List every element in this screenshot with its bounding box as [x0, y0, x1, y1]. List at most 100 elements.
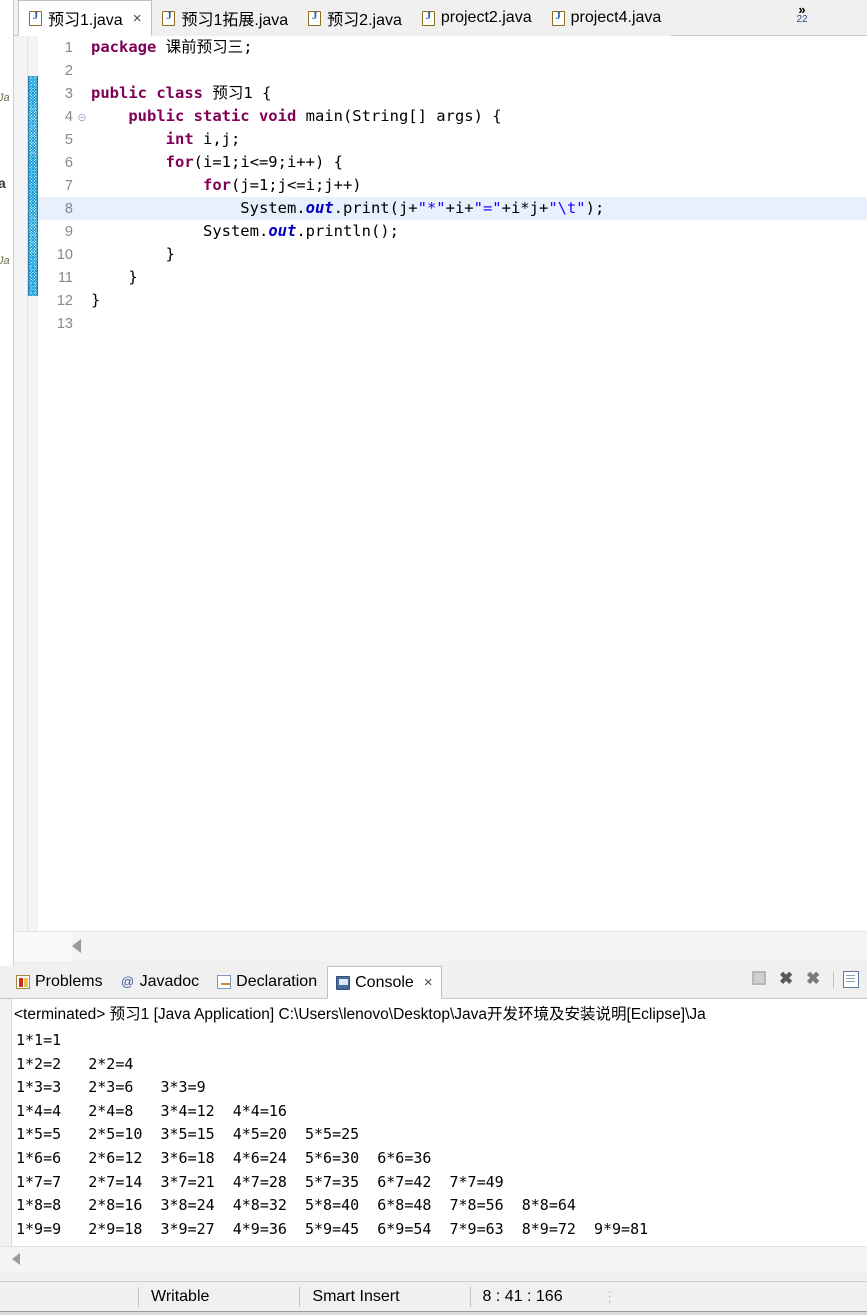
clear-console-button[interactable] [843, 971, 861, 989]
view-tab-bar: Problems @ Javadoc Declaration Console × [0, 966, 867, 999]
code-line[interactable]: 1 package 课前预习三; [38, 36, 867, 59]
code-line[interactable]: 12} [38, 289, 867, 312]
code-line-text: System.out.print(j+"*"+i+"="+i*j+"\t"); [88, 197, 604, 220]
code-token: 课前预习三 [165, 38, 244, 56]
code-token: for [202, 176, 231, 194]
editor-tab-label: 预习1.java [48, 12, 123, 29]
code-token: public static void [128, 107, 306, 125]
code-line-text: } [88, 243, 175, 266]
problems-icon [16, 975, 30, 989]
status-insert-mode: Smart Insert [312, 1287, 400, 1305]
code-line[interactable]: 5 int i,j; [38, 128, 867, 151]
code-line-text: for(i=1;i<=9;i++) { [88, 151, 343, 174]
view-tab-console[interactable]: Console × [327, 966, 442, 999]
editor-tab-0[interactable]: 预习1.java × [18, 0, 153, 36]
clear-console-icon [843, 971, 859, 988]
line-number: 1 [64, 40, 73, 56]
line-number: 10 [56, 247, 73, 263]
line-number: 6 [64, 155, 73, 171]
toolbar-divider [833, 972, 834, 988]
code-line[interactable]: 3 public class 预习1 { [38, 82, 867, 105]
remove-launch-button[interactable]: ✖ [779, 969, 797, 989]
view-tab-label: Javadoc [139, 973, 200, 990]
code-token: +i+ [445, 199, 474, 217]
java-file-icon [421, 10, 435, 26]
code-line[interactable]: 6 for(i=1;i<=9;i++) { [38, 151, 867, 174]
scroll-left-arrow-icon[interactable] [72, 939, 81, 953]
console-terminated-header: <terminated> 预习1 [Java Application] C:\U… [14, 1006, 706, 1023]
status-bar: Writable Smart Insert 8 : 41 : 166 ⋮ [0, 1281, 867, 1311]
code-line-text: int i,j; [88, 128, 241, 151]
hidden-tab-count: 22 [796, 14, 808, 25]
line-number: 13 [56, 316, 73, 332]
code-token: System. [91, 222, 269, 240]
editor-folding-bar[interactable] [28, 36, 38, 931]
java-editor[interactable]: 1 package 课前预习三; 2 3 public class 预习1 {4 ⊝ pu… [14, 36, 867, 931]
code-token: +i*j+ [501, 199, 549, 217]
double-x-icon: ✖ [806, 969, 821, 988]
code-token: main(String[] args) { [305, 107, 502, 125]
code-line[interactable]: 13 [38, 312, 867, 335]
view-tab-problems[interactable]: Problems [8, 966, 111, 999]
code-token: (j=1;j<=i;j++) [230, 176, 362, 194]
java-file-icon [162, 10, 176, 26]
folding-range-indicator [28, 76, 38, 296]
code-text-area[interactable]: 1 package 课前预习三; 2 3 public class 预习1 {4 ⊝ pu… [38, 36, 867, 931]
terminate-button[interactable] [752, 971, 770, 989]
editor-tab-close-icon[interactable]: × [133, 11, 142, 26]
code-token: 预习1 { [212, 84, 272, 102]
editor-tab-4[interactable]: project4.java [541, 0, 672, 36]
code-line[interactable]: 9 System.out.println(); [38, 220, 867, 243]
console-toolbar: ✖ ✖ [752, 969, 861, 989]
code-line[interactable]: 10 } [38, 243, 867, 266]
console-output-panel[interactable]: <terminated> 预习1 [Java Application] C:\U… [0, 999, 867, 1246]
code-token: public class [91, 84, 213, 102]
tab-overflow-chevron-icon[interactable]: » 22 [785, 3, 819, 32]
code-token: out [268, 222, 297, 240]
line-number: 2 [64, 63, 73, 79]
clipped-label-0: Ja [0, 92, 10, 104]
code-token: package [91, 38, 157, 56]
view-tab-close-icon[interactable]: × [424, 974, 433, 991]
code-line[interactable]: 4 ⊝ public static void main(String[] args… [38, 105, 867, 128]
line-number: 8 [64, 201, 73, 217]
view-tab-declaration[interactable]: Declaration [209, 966, 325, 999]
code-line[interactable]: 11 } [38, 266, 867, 289]
console-output-text: 1*1=1 1*2=2 2*2=4 1*3=3 2*3=6 3*3=9 1*4=… [16, 1031, 649, 1238]
code-token: .println(); [296, 222, 399, 240]
code-line-text: for(j=1;j<=i;j++) [88, 174, 362, 197]
javadoc-icon: @ [120, 974, 135, 989]
code-line[interactable]: 7 for(j=1;j<=i;j++) [38, 174, 867, 197]
view-tab-javadoc[interactable]: @ Javadoc [113, 966, 208, 999]
code-token: } [91, 245, 175, 263]
console-horizontal-scrollbar[interactable] [0, 1246, 867, 1272]
editor-tab-2[interactable]: 预习2.java [298, 0, 412, 36]
code-line[interactable]: 2 [38, 59, 867, 82]
code-token: } [91, 268, 138, 286]
code-line[interactable]: 8 System.out.print(j+"*"+i+"="+i*j+"\t")… [38, 197, 867, 220]
x-icon: ✖ [779, 969, 794, 988]
status-writable: Writable [151, 1287, 210, 1305]
java-file-icon [551, 10, 565, 26]
editor-tab-label: 预习1拓展.java [181, 12, 289, 29]
editor-tab-label: project4.java [570, 9, 662, 26]
editor-tab-label: project2.java [440, 9, 532, 26]
code-token: } [91, 291, 101, 309]
code-token: ); [585, 199, 605, 217]
line-number: 5 [64, 132, 73, 148]
view-tab-label: Console [355, 973, 414, 991]
editor-tab-1[interactable]: 预习1拓展.java [152, 0, 299, 36]
code-token: out [305, 199, 334, 217]
editor-horizontal-scrollbar[interactable] [14, 931, 867, 961]
fold-collapse-icon[interactable]: ⊝ [76, 107, 88, 130]
code-token: (i=1;i<=9;i++) { [193, 153, 343, 171]
editor-tab-3[interactable]: project2.java [411, 0, 542, 36]
console-scroll-left-arrow-icon[interactable] [12, 1253, 20, 1265]
declaration-icon [217, 975, 232, 989]
editor-annotation-ruler[interactable] [14, 36, 28, 931]
remove-all-terminated-button[interactable]: ✖ [806, 969, 824, 989]
